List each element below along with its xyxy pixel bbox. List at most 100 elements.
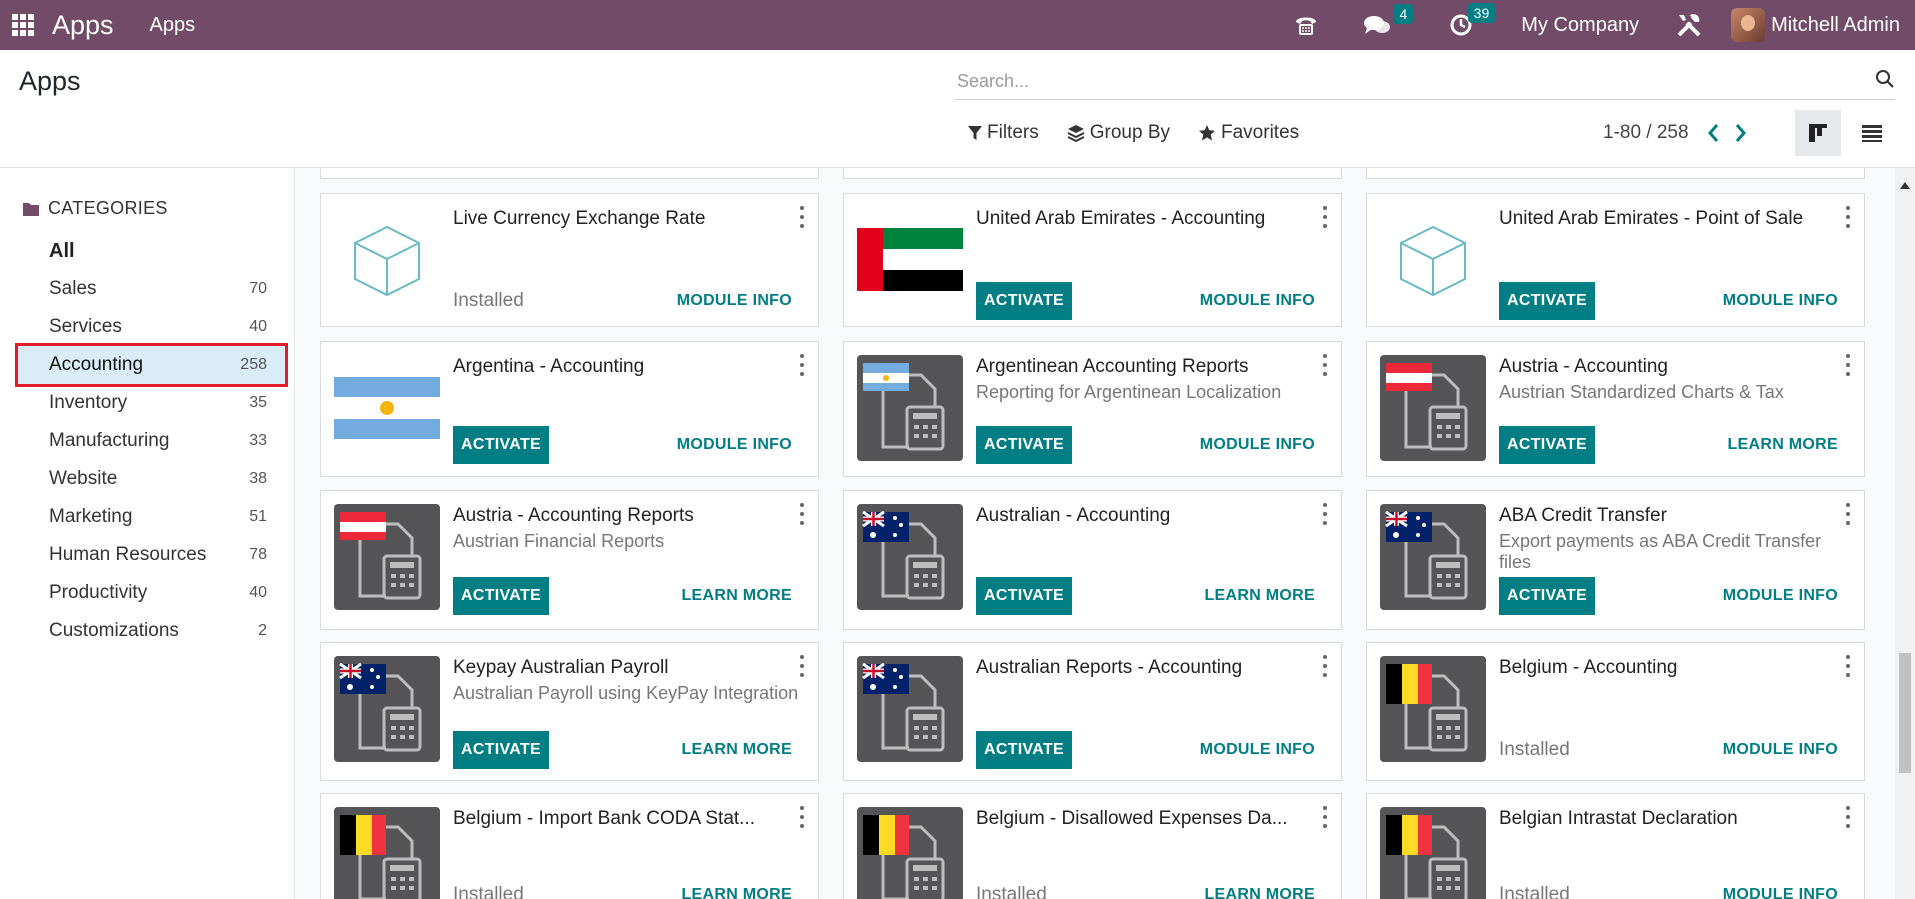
group-by-label: Group By [1089,122,1170,143]
scroll-up-icon[interactable] [1900,176,1910,194]
category-count: 258 [240,356,267,373]
kebab-menu-icon[interactable] [1842,503,1854,525]
control-panel: Apps Filters Group By Favorites 1-80 / 2… [0,50,1915,168]
categories-header: CATEGORIES [22,198,168,219]
group-by-button[interactable]: Group By [1067,122,1170,144]
kebab-menu-icon[interactable] [796,354,808,376]
app-title: Live Currency Exchange Rate [453,208,706,229]
kebab-menu-icon[interactable] [1842,655,1854,677]
brand-title[interactable]: Apps [52,10,114,41]
app-card[interactable]: United Arab Emirates - Accounting ACTIVAT… [843,193,1342,327]
category-inventory[interactable]: Inventory 35 [18,384,285,422]
learn-more-button[interactable]: LEARN MORE [1204,587,1315,605]
activate-button[interactable]: ACTIVATE [453,577,549,615]
activity-clock-icon[interactable]: 39 [1449,3,1496,37]
search-icon[interactable] [1875,69,1895,94]
app-card[interactable]: Belgium - Accounting Installed MODULE INFO [1366,642,1865,781]
activate-button[interactable]: ACTIVATE [453,731,549,769]
app-card[interactable]: Belgium - Disallowed Expenses Da... Insta… [843,793,1342,899]
app-card[interactable]: Keypay Australian Payroll Australian Payr… [320,642,819,781]
app-switcher-icon[interactable] [12,14,34,36]
austria-report-icon [1380,355,1486,461]
learn-more-button[interactable]: LEARN MORE [681,741,792,759]
category-all[interactable]: All [18,232,285,270]
kebab-menu-icon[interactable] [1842,806,1854,828]
learn-more-button[interactable]: LEARN MORE [1727,436,1838,454]
activate-button[interactable]: ACTIVATE [976,282,1072,320]
app-card[interactable]: Australian Reports - Accounting ACTIVATE M… [843,642,1342,781]
kebab-menu-icon[interactable] [1842,354,1854,376]
app-card[interactable]: Belgian Intrastat Declaration Installed MO… [1366,793,1865,899]
pager-value[interactable]: 1-80 / 258 [1603,122,1689,144]
category-human-resources[interactable]: Human Resources 78 [18,536,285,574]
favorites-button[interactable]: Favorites [1198,122,1299,144]
kebab-menu-icon[interactable] [796,503,808,525]
category-services[interactable]: Services 40 [18,308,285,346]
kebab-menu-icon[interactable] [1319,354,1331,376]
list-view-button[interactable] [1849,110,1895,156]
learn-more-button[interactable]: LEARN MORE [681,886,792,899]
category-sales[interactable]: Sales 70 [18,270,285,308]
module-info-button[interactable]: MODULE INFO [1200,741,1315,759]
app-card[interactable]: United Arab Emirates - Point of Sale ACTI… [1366,193,1865,327]
phone-icon[interactable] [1293,13,1319,37]
category-accounting[interactable]: Accounting 258 [15,343,288,387]
app-card[interactable]: Austria - Accounting Reports Austrian Fin… [320,490,819,630]
module-info-button[interactable]: MODULE INFO [677,292,792,310]
module-info-button[interactable]: MODULE INFO [1200,292,1315,310]
kebab-menu-icon[interactable] [1842,206,1854,228]
app-card[interactable]: ABA Credit Transfer Export payments as AB… [1366,490,1865,630]
category-marketing[interactable]: Marketing 51 [18,498,285,536]
user-name: Mitchell Admin [1771,13,1900,36]
app-card[interactable]: Argentinean Accounting Reports Reporting … [843,341,1342,477]
app-card[interactable]: Live Currency Exchange Rate Installed MODU… [320,193,819,327]
activate-button[interactable]: ACTIVATE [976,577,1072,615]
activate-button[interactable]: ACTIVATE [976,731,1072,769]
filters-button[interactable]: Filters [968,122,1039,144]
menu-apps[interactable]: Apps [150,14,196,37]
category-customizations[interactable]: Customizations 2 [18,612,285,650]
company-switcher[interactable]: My Company [1521,14,1639,37]
learn-more-button[interactable]: LEARN MORE [681,587,792,605]
search-input[interactable] [955,71,1835,92]
app-card[interactable]: Austria - Accounting Austrian Standardize… [1366,341,1865,477]
activate-button[interactable]: ACTIVATE [1499,426,1595,464]
kebab-menu-icon[interactable] [796,206,808,228]
app-card[interactable]: Belgium - Import Bank CODA Stat... Instal… [320,793,819,899]
scrollbar[interactable] [1895,168,1915,899]
argentina-flag-icon [334,355,440,461]
kebab-menu-icon[interactable] [796,655,808,677]
activate-button[interactable]: ACTIVATE [453,426,549,464]
category-productivity[interactable]: Productivity 40 [18,574,285,612]
app-card[interactable]: Australian - Accounting ACTIVATE LEARN MOR… [843,490,1342,630]
kebab-menu-icon[interactable] [1319,806,1331,828]
activate-button[interactable]: ACTIVATE [976,426,1072,464]
module-info-button[interactable]: MODULE INFO [1723,741,1838,759]
activate-button[interactable]: ACTIVATE [1499,282,1595,320]
module-info-button[interactable]: MODULE INFO [1723,292,1838,310]
chevron-right-icon[interactable] [1735,123,1747,143]
module-info-button[interactable]: MODULE INFO [1200,436,1315,454]
app-card[interactable]: Argentina - Accounting ACTIVATE MODULE INF… [320,341,819,477]
module-info-button[interactable]: MODULE INFO [1723,886,1838,899]
category-label: Sales [49,278,97,299]
scroll-thumb[interactable] [1899,653,1911,773]
tools-icon[interactable] [1675,11,1703,39]
category-manufacturing[interactable]: Manufacturing 33 [18,422,285,460]
kanban-view-button[interactable] [1795,110,1841,156]
module-info-button[interactable]: MODULE INFO [1723,587,1838,605]
app-title: Austria - Accounting Reports [453,505,694,526]
kebab-menu-icon[interactable] [1319,206,1331,228]
category-label: Productivity [49,582,148,603]
kebab-menu-icon[interactable] [1319,655,1331,677]
user-menu[interactable]: Mitchell Admin [1731,8,1900,42]
module-info-button[interactable]: MODULE INFO [677,436,792,454]
activate-button[interactable]: ACTIVATE [1499,577,1595,615]
kebab-menu-icon[interactable] [1319,503,1331,525]
chevron-left-icon[interactable] [1707,123,1719,143]
learn-more-button[interactable]: LEARN MORE [1204,886,1315,899]
kebab-menu-icon[interactable] [796,806,808,828]
category-website[interactable]: Website 38 [18,460,285,498]
category-list: All Sales 70 Services 40 Accounting 258 Invento… [15,232,288,650]
chat-icon[interactable]: 4 [1363,4,1414,36]
